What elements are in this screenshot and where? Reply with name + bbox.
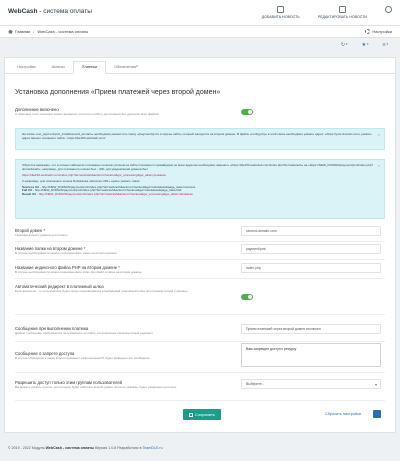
divider — [15, 314, 385, 315]
chevron-down-icon: ▾ — [386, 42, 388, 47]
save-button[interactable]: Сохранить — [183, 409, 221, 420]
tab-payments[interactable]: Платежи — [72, 61, 107, 74]
app-title-rest: - система оплаты — [37, 8, 92, 16]
breadcrumb-separator: / — [33, 28, 35, 34]
close-icon[interactable]: × — [378, 132, 380, 137]
home-icon — [8, 29, 13, 34]
second-domain-input[interactable]: second-domain.com — [241, 226, 381, 236]
settings-link[interactable]: Настройки — [365, 29, 392, 34]
install-info-alert: × На папке «/uc_payment/pmt_install/seco… — [15, 128, 385, 150]
star-icon: ★ — [361, 41, 367, 48]
add-news-button[interactable]: Добавить новость — [261, 5, 300, 20]
addon-enabled-toggle[interactable] — [241, 109, 253, 115]
gateway-info-code: https://dle150-webcash.com/index.php?do=… — [22, 172, 166, 177]
breadcrumb-current: WebCash - система оплаты — [37, 28, 89, 34]
tab-gateways[interactable]: Шлюзы — [44, 65, 73, 73]
allowed-groups-select[interactable]: Выберите... — [241, 379, 381, 389]
access-denied-textarea[interactable]: Вам запрещен доступ к ресурсу — [241, 343, 381, 367]
user-icon — [385, 5, 392, 13]
refresh-button[interactable]: ↻ ▾ — [341, 42, 348, 49]
favorites-button[interactable]: ★ ▾ — [362, 42, 369, 49]
gear-icon — [365, 29, 371, 34]
add-news-icon — [277, 5, 285, 13]
breadcrumb: Главная / WebCash - система оплаты Настр… — [0, 26, 400, 38]
reset-icon[interactable] — [373, 410, 381, 418]
settings-label: Настройки — [372, 28, 392, 34]
auto-redirect-row: Автоматический редирект в платежный шлюз… — [15, 284, 385, 294]
tab-bar: Настройки Шлюзы Платежи Обновления¹¹ — [5, 58, 395, 74]
auto-redirect-toggle[interactable] — [241, 294, 253, 300]
addon-enabled-hint: С помощью этого значения можно временно … — [15, 112, 159, 117]
chevron-down-icon: ▾ — [367, 42, 369, 47]
settings-card: Настройки Шлюзы Платежи Обновления¹¹ Уст… — [4, 57, 396, 433]
divider — [15, 278, 385, 279]
redirect-message-input[interactable]: Прием платежей через второй домен отключ… — [241, 324, 381, 334]
divider — [15, 241, 385, 242]
top-actions: Добавить новость Редактировать новости — [261, 5, 392, 20]
footer: © 2019 - 2022 Модуль WebCash - система о… — [8, 446, 163, 451]
footer-link[interactable]: TeamDLE.ru — [143, 446, 163, 450]
menu-button[interactable]: ≡ ▾ — [383, 42, 388, 49]
divider — [15, 372, 385, 373]
gateway-info-p2: К например, для платежного шлюза Robokas… — [22, 178, 141, 183]
result-url-label: Result Url - — [22, 192, 39, 197]
divider — [15, 400, 385, 401]
refresh-icon: ↻ — [340, 41, 346, 48]
access-denied-hint: В случае обращения к папке второго домен… — [15, 356, 150, 361]
menu-icon: ≡ — [382, 41, 386, 48]
footer-version: Версия 1.0.8 Разработано в — [94, 446, 143, 450]
tab-settings[interactable]: Настройки — [9, 65, 44, 73]
footer-module-name: WebCash - система оплаты — [45, 446, 95, 450]
close-icon[interactable]: × — [378, 163, 380, 168]
divider — [15, 259, 385, 260]
breadcrumb-home[interactable]: Главная — [15, 29, 30, 34]
section-title: Установка дополнения «Прием платежей чер… — [15, 89, 221, 96]
edit-news-label: Редактировать новости — [317, 14, 367, 19]
footer-prefix: © 2019 - 2022 Модуль — [8, 446, 45, 450]
gateway-info-p1: Обратите внимание, что в личных кабинета… — [22, 163, 374, 171]
auto-redirect-hint: Если включено - то пользователь будет ср… — [15, 289, 188, 294]
save-button-label: Сохранить — [195, 411, 215, 417]
gateway-info-alert: × Обратите внимание, что в личных кабине… — [15, 159, 385, 219]
save-icon — [189, 412, 194, 417]
add-news-label: Добавить новость — [261, 14, 300, 19]
edit-news-button[interactable]: Редактировать новости — [317, 5, 367, 20]
app-title: WebCash - система оплаты — [8, 8, 92, 16]
addon-enabled-row: Дополнение включено С помощью этого знач… — [15, 107, 385, 117]
chevron-down-icon: ▾ — [346, 42, 348, 47]
top-bar: WebCash - система оплаты Добавить новост… — [0, 0, 400, 26]
edit-news-icon — [338, 5, 346, 13]
app-title-bold: WebCash — [8, 8, 38, 16]
module-toolbar: ↻ ▾ ★ ▾ ≡ ▾ — [0, 38, 400, 52]
allowed-groups-hint: Вы можете указать группы, для которых бу… — [15, 385, 177, 390]
tab-updates[interactable]: Обновления¹¹ — [106, 65, 146, 73]
user-menu-button[interactable] — [385, 5, 392, 13]
install-info-text: На папке «/uc_payment/pmt_install/second… — [22, 132, 372, 140]
php-file-input[interactable]: index.php — [241, 263, 381, 273]
reset-settings-link[interactable]: Сбросить настройки — [325, 412, 361, 417]
folder-name-input[interactable]: payment/pmt — [241, 244, 381, 254]
divider — [15, 341, 385, 342]
result-url-value: http://NEW_DOMAIN/payment/pmt/index.php?… — [38, 192, 193, 197]
